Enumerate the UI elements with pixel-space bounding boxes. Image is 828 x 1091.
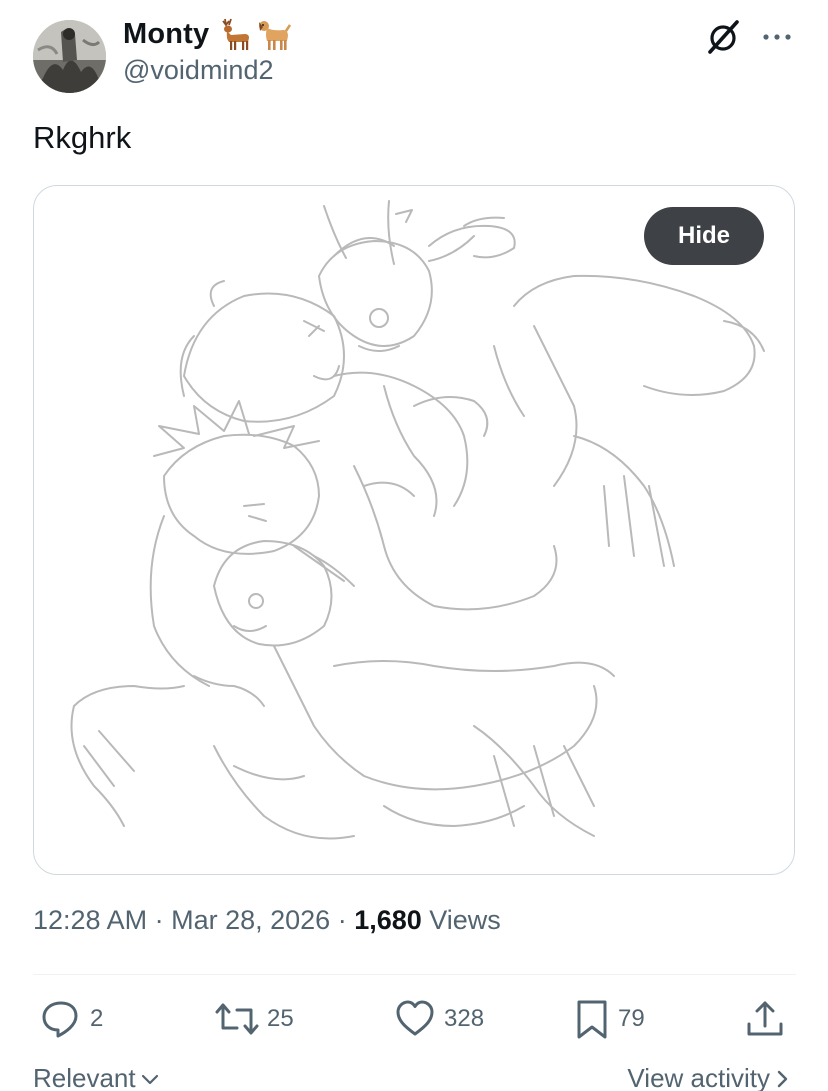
- chevron-right-icon: [777, 1070, 788, 1087]
- meta-separator: ·: [147, 905, 172, 935]
- author-handle[interactable]: @voidmind2: [123, 55, 273, 86]
- replies-footer: Relevant View activity: [0, 1060, 828, 1091]
- meta-separator: ·: [330, 905, 355, 935]
- grok-icon[interactable]: [704, 18, 742, 56]
- bookmark-count: 79: [618, 1005, 645, 1032]
- tweet-time[interactable]: 12:28 AM: [33, 905, 147, 935]
- reply-icon: [42, 1001, 78, 1038]
- tweet-text: Rkghrk: [33, 120, 132, 155]
- reply-button[interactable]: 2: [40, 998, 103, 1040]
- tweet-date[interactable]: Mar 28, 2026: [171, 905, 330, 935]
- views-count: 1,680: [354, 905, 422, 935]
- tweet-detail: Monty @voidmind2 Rkghrk Hide 12:28 AM · …: [0, 0, 828, 1091]
- like-button[interactable]: 328: [394, 998, 484, 1040]
- name-emoji-group: [217, 17, 292, 51]
- divider: [33, 974, 796, 975]
- reply-count: 2: [90, 1005, 104, 1032]
- sketch-image: [70, 200, 765, 840]
- bookmark-icon: [577, 1000, 607, 1039]
- tweet-media[interactable]: Hide: [33, 185, 795, 875]
- sort-relevant-dropdown[interactable]: Relevant: [33, 1063, 160, 1091]
- display-name[interactable]: Monty: [123, 18, 209, 51]
- like-icon: [396, 1000, 434, 1036]
- chevron-down-icon: [141, 1074, 158, 1084]
- tweet-meta: 12:28 AM · Mar 28, 2026 · 1,680 Views: [33, 905, 501, 936]
- like-count: 328: [444, 1005, 485, 1032]
- repost-button[interactable]: 25: [215, 998, 294, 1040]
- share-button[interactable]: [744, 998, 786, 1040]
- top-actions: [704, 18, 794, 56]
- more-icon[interactable]: [760, 20, 794, 54]
- repost-count: 25: [267, 1005, 294, 1032]
- avatar[interactable]: [33, 20, 106, 93]
- bookmark-button[interactable]: 79: [574, 998, 645, 1040]
- view-activity-link[interactable]: View activity: [627, 1063, 790, 1091]
- action-bar: 2 25 328 79: [0, 998, 828, 1046]
- share-icon: [747, 1001, 783, 1036]
- hide-media-button[interactable]: Hide: [644, 207, 764, 265]
- view-activity-label: View activity: [627, 1063, 770, 1091]
- sort-label: Relevant: [33, 1063, 136, 1091]
- dog-emoji: [259, 21, 292, 50]
- deer-emoji: [222, 18, 250, 50]
- author-name-row: Monty: [123, 17, 292, 51]
- views-label: Views: [421, 905, 501, 935]
- repost-icon: [215, 1003, 259, 1035]
